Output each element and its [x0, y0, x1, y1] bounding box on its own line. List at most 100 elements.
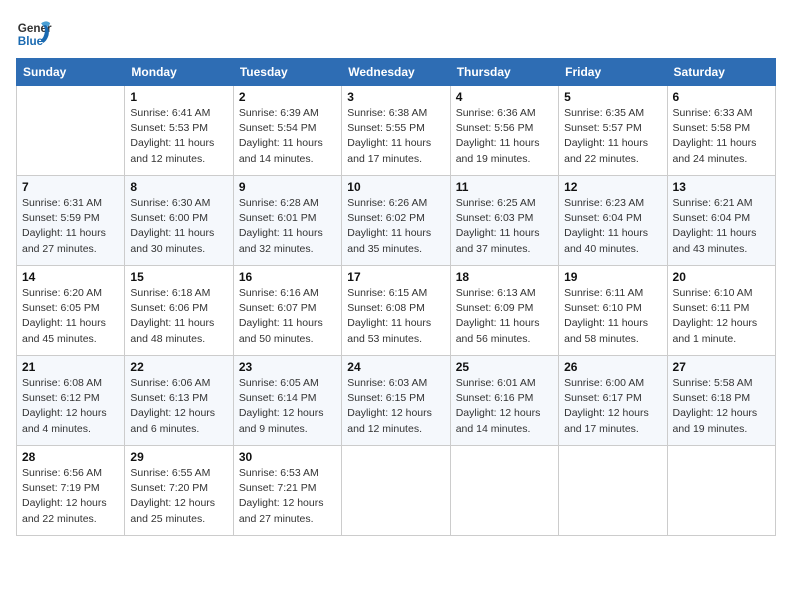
calendar-header-friday: Friday — [559, 59, 667, 86]
calendar-cell: 24 Sunrise: 6:03 AM Sunset: 6:15 PM Dayli… — [342, 356, 450, 446]
day-number: 11 — [456, 180, 553, 194]
calendar-header-wednesday: Wednesday — [342, 59, 450, 86]
day-info: Sunrise: 6:36 AM Sunset: 5:56 PM Dayligh… — [456, 106, 553, 167]
calendar-week-row: 7Sunrise: 6:31 AM Sunset: 5:59 PM Daylig… — [17, 176, 776, 266]
day-info: Sunrise: 6:30 AM Sunset: 6:00 PM Dayligh… — [130, 196, 227, 257]
day-info: Sunrise: 6:38 AM Sunset: 5:55 PM Dayligh… — [347, 106, 444, 167]
calendar-cell — [667, 446, 775, 536]
calendar-cell: 5Sunrise: 6:35 AM Sunset: 5:57 PM Daylig… — [559, 86, 667, 176]
calendar-cell: 30 Sunrise: 6:53 AM Sunset: 7:21 PM Dayli… — [233, 446, 341, 536]
day-number: 12 — [564, 180, 661, 194]
calendar-cell — [559, 446, 667, 536]
calendar-cell: 8 Sunrise: 6:30 AM Sunset: 6:00 PM Daylig… — [125, 176, 233, 266]
day-info: Sunrise: 6:53 AM Sunset: 7:21 PM Dayligh… — [239, 466, 336, 527]
calendar-week-row: 14Sunrise: 6:20 AM Sunset: 6:05 PM Dayli… — [17, 266, 776, 356]
day-info: Sunrise: 6:28 AM Sunset: 6:01 PM Dayligh… — [239, 196, 336, 257]
day-info: Sunrise: 6:06 AM Sunset: 6:13 PM Dayligh… — [130, 376, 227, 437]
day-info: Sunrise: 6:01 AM Sunset: 6:16 PM Dayligh… — [456, 376, 553, 437]
day-info: Sunrise: 6:03 AM Sunset: 6:15 PM Dayligh… — [347, 376, 444, 437]
calendar-header-tuesday: Tuesday — [233, 59, 341, 86]
day-info: Sunrise: 6:56 AM Sunset: 7:19 PM Dayligh… — [22, 466, 119, 527]
day-number: 27 — [673, 360, 770, 374]
calendar-cell: 4 Sunrise: 6:36 AM Sunset: 5:56 PM Daylig… — [450, 86, 558, 176]
day-number: 16 — [239, 270, 336, 284]
day-info: Sunrise: 6:00 AM Sunset: 6:17 PM Dayligh… — [564, 376, 661, 437]
day-info: Sunrise: 6:55 AM Sunset: 7:20 PM Dayligh… — [130, 466, 227, 527]
calendar-cell: 2Sunrise: 6:39 AM Sunset: 5:54 PM Daylig… — [233, 86, 341, 176]
calendar-cell: 18Sunrise: 6:13 AM Sunset: 6:09 PM Dayli… — [450, 266, 558, 356]
day-number: 17 — [347, 270, 444, 284]
calendar-cell — [450, 446, 558, 536]
day-info: Sunrise: 6:35 AM Sunset: 5:57 PM Dayligh… — [564, 106, 661, 167]
calendar-week-row: 21 Sunrise: 6:08 AM Sunset: 6:12 PM Dayli… — [17, 356, 776, 446]
day-number: 29 — [130, 450, 227, 464]
day-number: 9 — [239, 180, 336, 194]
day-number: 25 — [456, 360, 553, 374]
day-number: 22 — [130, 360, 227, 374]
calendar-cell: 12 Sunrise: 6:23 AM Sunset: 6:04 PM Dayli… — [559, 176, 667, 266]
day-info: Sunrise: 6:31 AM Sunset: 5:59 PM Dayligh… — [22, 196, 119, 257]
day-number: 24 — [347, 360, 444, 374]
calendar-cell: 28 Sunrise: 6:56 AM Sunset: 7:19 PM Dayli… — [17, 446, 125, 536]
day-number: 28 — [22, 450, 119, 464]
day-number: 13 — [673, 180, 770, 194]
day-info: Sunrise: 6:20 AM Sunset: 6:05 PM Dayligh… — [22, 286, 119, 347]
svg-text:Blue: Blue — [18, 35, 44, 48]
day-number: 30 — [239, 450, 336, 464]
day-info: Sunrise: 5:58 AM Sunset: 6:18 PM Dayligh… — [673, 376, 770, 437]
day-info: Sunrise: 6:18 AM Sunset: 6:06 PM Dayligh… — [130, 286, 227, 347]
day-info: Sunrise: 6:33 AM Sunset: 5:58 PM Dayligh… — [673, 106, 770, 167]
logo: General Blue — [16, 16, 52, 52]
calendar-cell: 11 Sunrise: 6:25 AM Sunset: 6:03 PM Dayli… — [450, 176, 558, 266]
day-info: Sunrise: 6:26 AM Sunset: 6:02 PM Dayligh… — [347, 196, 444, 257]
calendar-cell: 9 Sunrise: 6:28 AM Sunset: 6:01 PM Daylig… — [233, 176, 341, 266]
calendar-week-row: 1 Sunrise: 6:41 AM Sunset: 5:53 PM Daylig… — [17, 86, 776, 176]
calendar-cell: 16 Sunrise: 6:16 AM Sunset: 6:07 PM Dayli… — [233, 266, 341, 356]
day-info: Sunrise: 6:41 AM Sunset: 5:53 PM Dayligh… — [130, 106, 227, 167]
calendar-cell: 6 Sunrise: 6:33 AM Sunset: 5:58 PM Daylig… — [667, 86, 775, 176]
day-info: Sunrise: 6:21 AM Sunset: 6:04 PM Dayligh… — [673, 196, 770, 257]
calendar-header-sunday: Sunday — [17, 59, 125, 86]
day-info: Sunrise: 6:05 AM Sunset: 6:14 PM Dayligh… — [239, 376, 336, 437]
calendar-week-row: 28 Sunrise: 6:56 AM Sunset: 7:19 PM Dayli… — [17, 446, 776, 536]
day-info: Sunrise: 6:15 AM Sunset: 6:08 PM Dayligh… — [347, 286, 444, 347]
day-number: 8 — [130, 180, 227, 194]
calendar-table: SundayMondayTuesdayWednesdayThursdayFrid… — [16, 58, 776, 536]
day-number: 6 — [673, 90, 770, 104]
calendar-cell: 27 Sunrise: 5:58 AM Sunset: 6:18 PM Dayli… — [667, 356, 775, 446]
calendar-cell: 20 Sunrise: 6:10 AM Sunset: 6:11 PM Dayli… — [667, 266, 775, 356]
calendar-header-thursday: Thursday — [450, 59, 558, 86]
day-info: Sunrise: 6:11 AM Sunset: 6:10 PM Dayligh… — [564, 286, 661, 347]
calendar-cell: 22 Sunrise: 6:06 AM Sunset: 6:13 PM Dayli… — [125, 356, 233, 446]
calendar-header-row: SundayMondayTuesdayWednesdayThursdayFrid… — [17, 59, 776, 86]
day-number: 21 — [22, 360, 119, 374]
calendar-header-monday: Monday — [125, 59, 233, 86]
calendar-body: 1 Sunrise: 6:41 AM Sunset: 5:53 PM Daylig… — [17, 86, 776, 536]
calendar-cell: 26Sunrise: 6:00 AM Sunset: 6:17 PM Dayli… — [559, 356, 667, 446]
day-number: 2 — [239, 90, 336, 104]
day-info: Sunrise: 6:10 AM Sunset: 6:11 PM Dayligh… — [673, 286, 770, 347]
calendar-cell: 13 Sunrise: 6:21 AM Sunset: 6:04 PM Dayli… — [667, 176, 775, 266]
day-number: 15 — [130, 270, 227, 284]
day-info: Sunrise: 6:25 AM Sunset: 6:03 PM Dayligh… — [456, 196, 553, 257]
day-number: 1 — [130, 90, 227, 104]
day-info: Sunrise: 6:16 AM Sunset: 6:07 PM Dayligh… — [239, 286, 336, 347]
day-number: 19 — [564, 270, 661, 284]
calendar-cell: 21 Sunrise: 6:08 AM Sunset: 6:12 PM Dayli… — [17, 356, 125, 446]
calendar-cell: 25 Sunrise: 6:01 AM Sunset: 6:16 PM Dayli… — [450, 356, 558, 446]
calendar-cell — [342, 446, 450, 536]
day-number: 4 — [456, 90, 553, 104]
day-number: 20 — [673, 270, 770, 284]
logo-icon: General Blue — [16, 16, 52, 52]
calendar-cell — [17, 86, 125, 176]
day-number: 23 — [239, 360, 336, 374]
day-info: Sunrise: 6:08 AM Sunset: 6:12 PM Dayligh… — [22, 376, 119, 437]
calendar-cell: 1 Sunrise: 6:41 AM Sunset: 5:53 PM Daylig… — [125, 86, 233, 176]
calendar-cell: 10Sunrise: 6:26 AM Sunset: 6:02 PM Dayli… — [342, 176, 450, 266]
calendar-cell: 17 Sunrise: 6:15 AM Sunset: 6:08 PM Dayli… — [342, 266, 450, 356]
calendar-cell: 3 Sunrise: 6:38 AM Sunset: 5:55 PM Daylig… — [342, 86, 450, 176]
day-info: Sunrise: 6:23 AM Sunset: 6:04 PM Dayligh… — [564, 196, 661, 257]
day-number: 3 — [347, 90, 444, 104]
calendar-cell: 29 Sunrise: 6:55 AM Sunset: 7:20 PM Dayli… — [125, 446, 233, 536]
calendar-cell: 23 Sunrise: 6:05 AM Sunset: 6:14 PM Dayli… — [233, 356, 341, 446]
